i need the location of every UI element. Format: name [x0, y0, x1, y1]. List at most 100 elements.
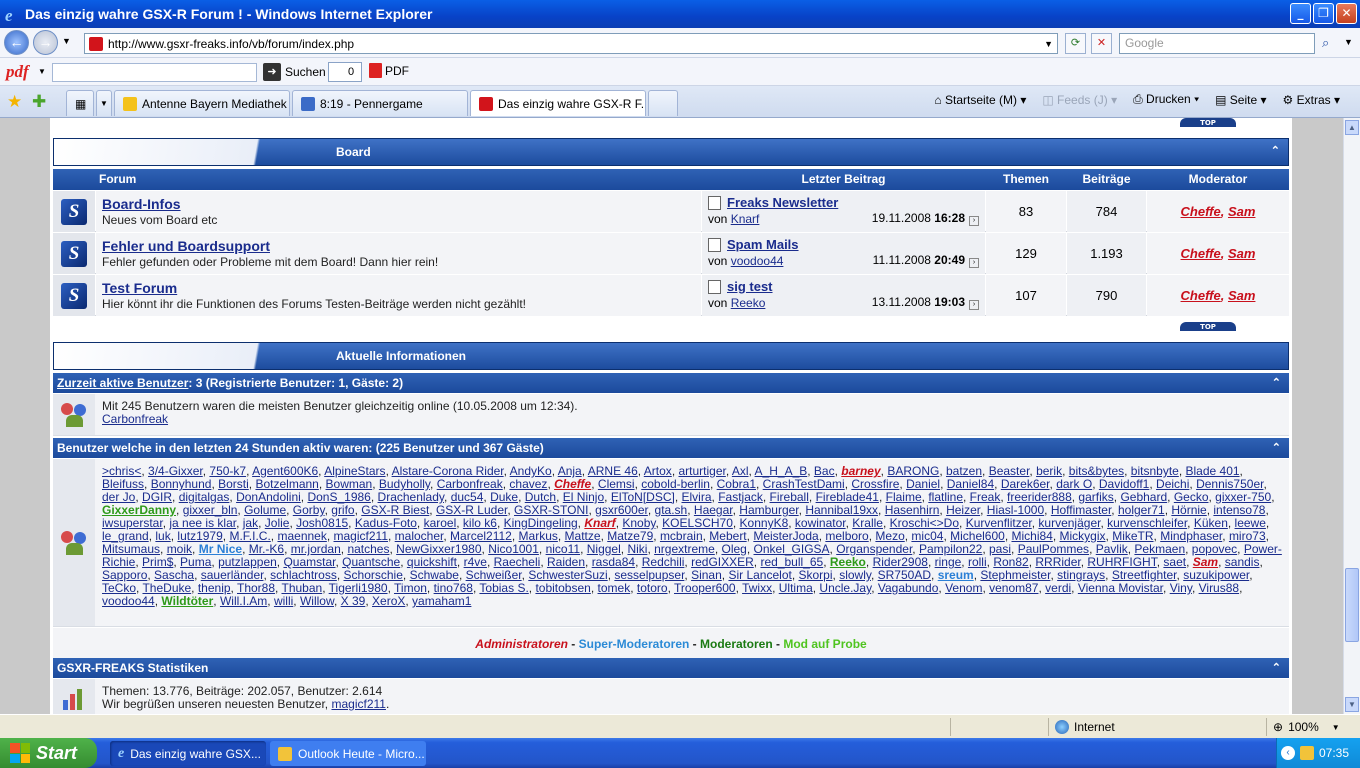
- user-link[interactable]: lutz1979: [177, 529, 222, 543]
- user-link[interactable]: SR750AD: [878, 568, 931, 582]
- user-link[interactable]: freerider888: [1007, 490, 1072, 504]
- user-link[interactable]: TeCko: [102, 581, 136, 595]
- user-link[interactable]: Anja: [558, 464, 582, 478]
- user-link[interactable]: Rider2908: [873, 555, 928, 569]
- user-link[interactable]: Sapporo: [102, 568, 147, 582]
- user-link[interactable]: Duke: [490, 490, 518, 504]
- user-link[interactable]: Raiden: [547, 555, 585, 569]
- last-poster-link[interactable]: Knarf: [731, 212, 760, 226]
- user-link[interactable]: Fireball: [770, 490, 809, 504]
- user-link[interactable]: Skorpi: [799, 568, 833, 582]
- user-link[interactable]: rasda84: [592, 555, 635, 569]
- taskbar-outlook-window[interactable]: Outlook Heute - Micro...: [270, 741, 426, 766]
- user-link[interactable]: pasi: [989, 542, 1011, 556]
- stop-icon[interactable]: ✕: [1091, 33, 1112, 54]
- user-link[interactable]: thenip: [198, 581, 231, 595]
- user-link[interactable]: Oleg: [721, 542, 746, 556]
- user-link[interactable]: le_grand: [102, 529, 149, 543]
- last-post-link[interactable]: sig test: [727, 279, 773, 294]
- user-link[interactable]: BARONG: [887, 464, 939, 478]
- user-link[interactable]: putzlappen: [218, 555, 277, 569]
- user-link[interactable]: Carbonfreak: [437, 477, 503, 491]
- user-link[interactable]: Timon: [394, 581, 427, 595]
- user-link[interactable]: ja nee is klar: [169, 516, 236, 530]
- user-link[interactable]: miro73: [1229, 529, 1266, 543]
- go-to-last-post-icon[interactable]: ›: [969, 216, 979, 226]
- user-link[interactable]: maennek: [277, 529, 326, 543]
- user-link[interactable]: Tigerli1980: [329, 581, 388, 595]
- maximize-button[interactable]: ❐: [1313, 3, 1334, 24]
- user-link[interactable]: kowinator: [795, 516, 846, 530]
- suchen-button[interactable]: ➜ Suchen: [263, 62, 326, 82]
- moderator-link[interactable]: Cheffe: [1181, 288, 1221, 303]
- moderator-link[interactable]: Sam: [1228, 204, 1255, 219]
- user-link[interactable]: Schorschie: [344, 568, 403, 582]
- user-link[interactable]: Hannibal19xx: [805, 503, 878, 517]
- user-link[interactable]: jak: [243, 516, 258, 530]
- active-users-link[interactable]: Zurzeit aktive Benutzer: [57, 376, 188, 390]
- user-link[interactable]: Heizer: [946, 503, 980, 517]
- user-link[interactable]: Nico1001: [488, 542, 539, 556]
- user-link[interactable]: red_bull_65: [760, 555, 823, 569]
- window-title-bar[interactable]: e Das einzig wahre GSX-R Forum ! - Windo…: [0, 0, 1360, 28]
- user-link[interactable]: Knoby: [622, 516, 655, 530]
- user-link[interactable]: Gecko: [1174, 490, 1209, 504]
- user-link[interactable]: cobold-berlin: [641, 477, 710, 491]
- user-link[interactable]: Blade 401: [1186, 464, 1240, 478]
- user-link[interactable]: Pekmaen: [1134, 542, 1185, 556]
- user-link[interactable]: Hiasl-1000: [987, 503, 1044, 517]
- user-link[interactable]: verdi: [1045, 581, 1071, 595]
- user-link[interactable]: Redchili: [642, 555, 685, 569]
- user-link[interactable]: 750-k7: [209, 464, 246, 478]
- user-link[interactable]: sesselpupser: [614, 568, 684, 582]
- last-post-link[interactable]: Spam Mails: [727, 237, 799, 252]
- user-link[interactable]: >chris<: [102, 464, 141, 478]
- pdf-button[interactable]: PDF: [369, 63, 409, 78]
- user-link[interactable]: Raecheli: [494, 555, 541, 569]
- search-input[interactable]: Google: [1119, 33, 1315, 54]
- vertical-scrollbar[interactable]: ▲ ▼: [1343, 118, 1360, 714]
- user-link[interactable]: tomek: [598, 581, 631, 595]
- user-link[interactable]: duc54: [451, 490, 484, 504]
- user-link[interactable]: Josh0815: [296, 516, 348, 530]
- user-link[interactable]: Axl: [732, 464, 749, 478]
- user-link[interactable]: Hörnie: [1171, 503, 1206, 517]
- user-link[interactable]: Organspender: [836, 542, 912, 556]
- user-link[interactable]: Bonnyhund: [151, 477, 212, 491]
- user-link[interactable]: luk: [155, 529, 170, 543]
- user-link[interactable]: GSX-R Luder: [436, 503, 507, 517]
- url-input[interactable]: [108, 36, 1008, 51]
- user-link[interactable]: RUHRFIGHT: [1087, 555, 1156, 569]
- user-link[interactable]: AndyKo: [510, 464, 552, 478]
- user-link[interactable]: Mr Nice: [199, 542, 242, 556]
- user-link[interactable]: sreum: [938, 568, 974, 582]
- forum-link[interactable]: Test Forum: [102, 280, 177, 296]
- user-link[interactable]: Venom: [945, 581, 982, 595]
- user-link[interactable]: Borsti: [218, 477, 249, 491]
- user-link[interactable]: iwsuperstar: [102, 516, 163, 530]
- user-link[interactable]: ARNE 46: [588, 464, 638, 478]
- moderator-link[interactable]: Cheffe: [1181, 246, 1221, 261]
- user-link[interactable]: gixxer_bln: [183, 503, 238, 517]
- user-link[interactable]: bitsnbyte: [1131, 464, 1179, 478]
- user-link[interactable]: Streetfighter: [1112, 568, 1177, 582]
- user-link[interactable]: stingrays: [1057, 568, 1105, 582]
- last-poster-link[interactable]: Reeko: [731, 296, 766, 310]
- user-link[interactable]: venom87: [989, 581, 1038, 595]
- user-link[interactable]: Willow: [300, 594, 334, 608]
- tab-list-button[interactable]: ▼: [96, 90, 112, 116]
- user-link[interactable]: Reeko: [830, 555, 866, 569]
- user-link[interactable]: Agent600K6: [252, 464, 318, 478]
- user-link[interactable]: dark O: [1056, 477, 1092, 491]
- user-link[interactable]: Gorby: [293, 503, 325, 517]
- moderator-link[interactable]: Sam: [1228, 288, 1255, 303]
- print-button[interactable]: ⎙ Drucken ▾: [1133, 92, 1199, 107]
- user-link[interactable]: quickshift: [407, 555, 457, 569]
- user-link[interactable]: slowly: [839, 568, 871, 582]
- user-link[interactable]: Pavlik: [1096, 542, 1128, 556]
- user-link[interactable]: nico11: [546, 542, 580, 556]
- user-link[interactable]: Knarf: [584, 516, 615, 530]
- user-link[interactable]: El Ninjo: [563, 490, 604, 504]
- user-link[interactable]: Botzelmann: [255, 477, 318, 491]
- top-button[interactable]: TOP: [1180, 118, 1236, 127]
